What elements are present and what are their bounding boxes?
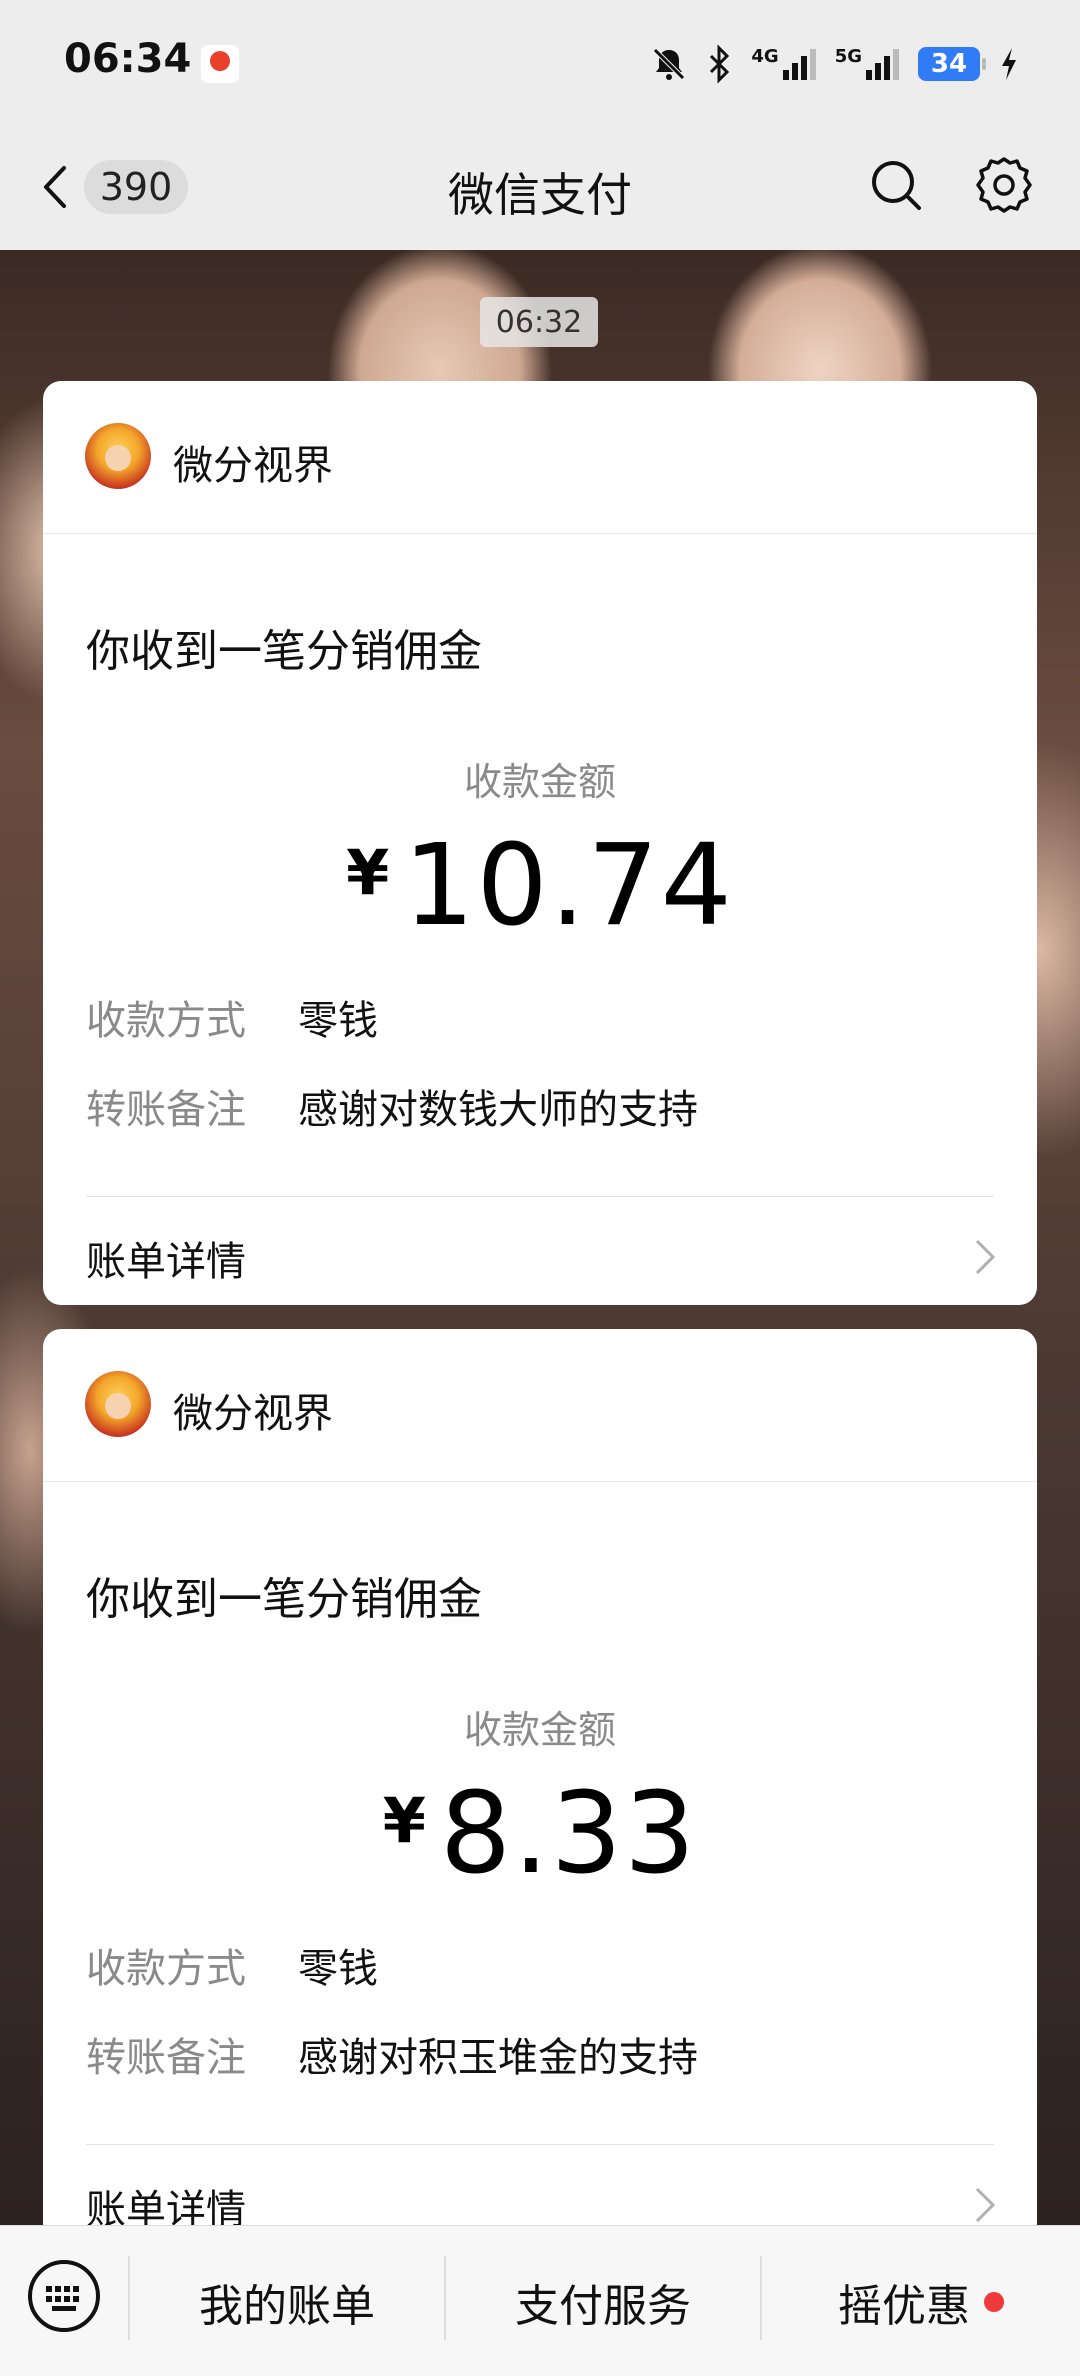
- row-value: 感谢对数钱大师的支持: [298, 1087, 698, 1133]
- battery-level: 34: [930, 49, 968, 79]
- status-bar: 06:34 4G 5G 34: [0, 0, 1080, 125]
- status-time: 06:34: [64, 36, 192, 82]
- network-4g-label: 4G: [751, 46, 779, 67]
- row-value: 零钱: [298, 1946, 378, 1992]
- charging-icon: [1002, 48, 1016, 80]
- row-key: 收款方式: [86, 1946, 246, 1992]
- settings-gear-icon[interactable]: [974, 155, 1034, 215]
- menu-label: 支付服务: [515, 2280, 691, 2332]
- transfer-note-row: 转账备注 感谢对数钱大师的支持: [86, 1077, 698, 1135]
- card-title: 你收到一笔分销佣金: [86, 1574, 482, 1625]
- merchant-name: 微分视界: [173, 443, 333, 489]
- amount-label: 收款金额: [463, 1708, 616, 1752]
- payment-method-row: 收款方式 零钱: [86, 988, 378, 1046]
- card-title: 你收到一笔分销佣金: [86, 626, 482, 677]
- divider: [86, 1196, 994, 1197]
- chevron-right-icon: [975, 1239, 996, 1275]
- chevron-right-icon: [975, 2187, 996, 2223]
- payment-notification-card[interactable]: 微分视界 你收到一笔分销佣金 收款金额 ¥8.33 收款方式 零钱 转账备注 感谢对…: [43, 1329, 1037, 2225]
- mute-bell-icon: [653, 48, 686, 80]
- bill-detail-link[interactable]: 账单详情: [86, 1229, 246, 1287]
- search-icon[interactable]: [868, 157, 924, 213]
- row-value: 感谢对积玉堆金的支持: [298, 2035, 698, 2081]
- payment-notification-card[interactable]: 微分视界 你收到一笔分销佣金 收款金额 ¥10.74 收款方式 零钱 转账备注 感谢…: [43, 381, 1037, 1305]
- status-icons: 4G 5G 34: [649, 40, 1020, 88]
- amount: ¥8.33: [43, 1769, 1037, 1899]
- amount: ¥10.74: [43, 821, 1037, 951]
- menu-shake-discount[interactable]: 摇优惠: [762, 2226, 1080, 2376]
- row-key: 收款方式: [86, 998, 246, 1044]
- card-header: 微分视界: [43, 381, 1037, 534]
- menu-label: 我的账单: [199, 2280, 375, 2332]
- bill-detail-link[interactable]: 账单详情: [86, 2177, 246, 2225]
- merchant-name: 微分视界: [173, 1391, 333, 1437]
- payment-method-row: 收款方式 零钱: [86, 1936, 378, 1994]
- signal-5g: 5G: [835, 46, 900, 82]
- network-5g-label: 5G: [834, 46, 862, 67]
- card-header: 微分视界: [43, 1329, 1037, 1482]
- currency-symbol: ¥: [346, 836, 390, 909]
- row-key: 转账备注: [86, 2035, 246, 2081]
- row-key: 转账备注: [86, 1087, 246, 1133]
- currency-symbol: ¥: [382, 1784, 426, 1857]
- signal-4g: 4G: [751, 46, 816, 82]
- bluetooth-icon: [710, 44, 730, 84]
- keyboard-icon[interactable]: [24, 2256, 104, 2336]
- menu-my-bills[interactable]: 我的账单: [130, 2226, 444, 2376]
- signal-icon: [866, 49, 899, 80]
- merchant-avatar: [85, 423, 151, 489]
- message-timestamp: 06:32: [480, 297, 598, 347]
- battery-icon: 34: [918, 47, 986, 81]
- signal-icon: [782, 49, 816, 80]
- nav-bar: 390 微信支付: [0, 125, 1080, 250]
- app-notification-icon: [200, 44, 240, 84]
- amount-label: 收款金额: [463, 760, 616, 804]
- row-value: 零钱: [298, 998, 378, 1044]
- divider: [86, 2144, 994, 2145]
- notification-dot: [984, 2291, 1004, 2312]
- menu-label: 摇优惠: [838, 2280, 970, 2332]
- merchant-avatar: [85, 1371, 151, 1437]
- amount-value: 10.74: [403, 821, 734, 951]
- bottom-menu-bar: 我的账单 支付服务 摇优惠: [0, 2225, 1080, 2376]
- transfer-note-row: 转账备注 感谢对积玉堆金的支持: [86, 2025, 698, 2083]
- menu-payment-services[interactable]: 支付服务: [446, 2226, 760, 2376]
- amount-value: 8.33: [439, 1769, 698, 1899]
